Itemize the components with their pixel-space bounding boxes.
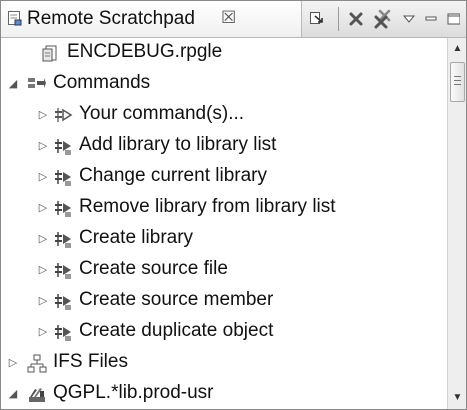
tab-remote-scratchpad[interactable]: Remote Scratchpad ☒: [1, 1, 302, 37]
close-icon[interactable]: ☒: [221, 8, 236, 28]
collapsed-arrow-icon[interactable]: ▷: [37, 232, 49, 246]
tree-item-label: Create source file: [79, 258, 228, 279]
tree-item[interactable]: ◢ QGPL.*lib.prod-usr: [1, 379, 447, 409]
source-member-icon: [42, 45, 57, 62]
tree-item[interactable]: ▷ Create source file: [1, 255, 447, 286]
tree-item-label: Change current library: [79, 165, 267, 186]
command-run-icon: [55, 170, 71, 186]
tree-item[interactable]: ▷ Create library: [1, 224, 447, 255]
scroll-up-arrow-icon[interactable]: ▲: [448, 38, 466, 58]
scrollbar-thumb[interactable]: [450, 62, 465, 102]
tree-item-label: Create library: [79, 227, 194, 248]
maximize-icon[interactable]: [441, 8, 465, 30]
tree-item[interactable]: ▷ IFS Files: [1, 348, 447, 379]
command-run-icon: [55, 201, 71, 217]
command-icon: [55, 108, 73, 122]
minimize-icon[interactable]: [419, 8, 443, 30]
tree-item[interactable]: ▷ Create source member: [1, 286, 447, 317]
library-icon: [29, 388, 45, 402]
collapsed-arrow-icon[interactable]: ▷: [37, 201, 49, 215]
command-run-icon: [55, 263, 71, 279]
command-run-icon: [55, 232, 71, 248]
tree-item-label: Remove library from library list: [79, 196, 336, 217]
command-run-icon: [55, 139, 71, 155]
tree-item[interactable]: ◢ Commands: [1, 69, 447, 100]
command-run-icon: [55, 325, 71, 341]
collapsed-arrow-icon[interactable]: ▷: [37, 170, 49, 184]
tree-item[interactable]: ▷ Create duplicate object: [1, 317, 447, 348]
collapsed-arrow-icon[interactable]: ▷: [37, 294, 49, 308]
remote-scratchpad-view: Remote Scratchpad ☒ ENCDEBUG.rpgle ◢ Com…: [0, 0, 467, 410]
tree-item-label: QGPL.*lib.prod-usr: [53, 382, 214, 403]
view-title: Remote Scratchpad: [27, 8, 195, 29]
collapsed-arrow-icon[interactable]: ▷: [37, 139, 49, 153]
tree-item[interactable]: ▷ Your command(s)...: [1, 100, 447, 131]
scroll-down-arrow-icon[interactable]: ▼: [448, 389, 466, 409]
scratchpad-icon: [8, 11, 22, 26]
tree-item-label: ENCDEBUG.rpgle: [67, 41, 223, 62]
collapsed-arrow-icon[interactable]: ▷: [37, 108, 49, 122]
expanded-arrow-icon[interactable]: ◢: [7, 387, 19, 401]
collapsed-arrow-icon[interactable]: ▷: [7, 356, 19, 370]
vertical-scrollbar[interactable]: ▲ ▼: [447, 38, 466, 409]
view-tab-bar: Remote Scratchpad ☒: [1, 1, 466, 38]
tree-item-label: Your command(s)...: [79, 103, 245, 124]
expanded-arrow-icon[interactable]: ◢: [7, 77, 19, 91]
scratchpad-tree: ENCDEBUG.rpgle ◢ Commands ▷ Your command(s).…: [1, 38, 447, 409]
tree-item[interactable]: ▷ Change current library: [1, 162, 447, 193]
tree-item-label: Commands: [53, 72, 151, 93]
commands-icon: [28, 78, 46, 88]
remove-all-icon[interactable]: [371, 8, 395, 30]
tree-item[interactable]: ENCDEBUG.rpgle: [1, 38, 447, 69]
view-menu-icon[interactable]: [397, 8, 421, 30]
command-run-icon: [55, 294, 71, 310]
collapsed-arrow-icon[interactable]: ▷: [37, 325, 49, 339]
tree-item-label: Create duplicate object: [79, 320, 274, 341]
tree-item[interactable]: ▷ Add library to library list: [1, 131, 447, 162]
toolbar-separator: [338, 7, 339, 31]
ifs-files-icon: [27, 354, 47, 373]
remove-icon[interactable]: [344, 8, 368, 30]
tree-item-label: IFS Files: [53, 351, 128, 372]
link-with-editor-icon[interactable]: [305, 8, 329, 30]
collapsed-arrow-icon[interactable]: ▷: [37, 263, 49, 277]
tree-item[interactable]: ▷ Remove library from library list: [1, 193, 447, 224]
tree-item-label: Create source member: [79, 289, 274, 310]
tree-item-label: Add library to library list: [79, 134, 277, 155]
